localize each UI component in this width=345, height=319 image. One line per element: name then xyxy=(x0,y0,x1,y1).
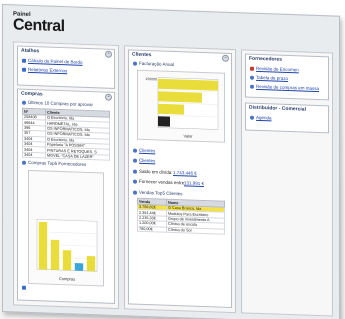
fornecedores-panel: Fornecedores Revisão de Encomen Tabela d… xyxy=(245,53,329,101)
cell-cliente: MOVEL "CASA DE LAZER" xyxy=(45,152,110,161)
x-axis-label: Valor xyxy=(183,133,193,138)
fornecedores-title: Fornecedores xyxy=(249,55,283,63)
bar xyxy=(50,239,60,270)
link-icon xyxy=(133,158,137,163)
middle-column: Clientes ⌃ Facturação Anual 150000 Valor … xyxy=(124,45,236,314)
calendar-icon xyxy=(250,115,254,120)
left-column: Atalhos ⌃ Cálculo do Painel de Bordo Rel… xyxy=(13,41,119,310)
top-clientes-title: Vendas Top5 Clientes xyxy=(139,189,183,197)
chart-expand-icon[interactable] xyxy=(22,285,26,290)
compras-chart: Compras xyxy=(28,169,104,287)
bar xyxy=(158,78,218,91)
atalhos-panel: Atalhos ⌃ Cálculo do Painel de Bordo Rel… xyxy=(17,45,115,89)
compras-chart-svg: Compras xyxy=(36,218,98,282)
fornec-value[interactable]: 131.991 € xyxy=(184,180,204,186)
alert-icon xyxy=(250,66,254,71)
compras-table: Nº Cliente 258408 O Escritório, Ida 46644… xyxy=(22,108,110,161)
compras-panel: Compras ⌃ Últimos 10 Compras por aprovar… xyxy=(17,88,115,304)
compras-collapse-button[interactable]: ⌃ xyxy=(105,93,112,101)
link-revisao-encomendas[interactable]: Revisão de Encomen xyxy=(256,66,299,72)
link-agenda[interactable]: Agenda xyxy=(256,115,272,121)
chart-icon xyxy=(22,160,26,165)
bar xyxy=(158,91,202,103)
tick-label: 150000 xyxy=(145,77,157,81)
cell-venda: 780,00€ xyxy=(137,225,167,233)
compras-title: Compras xyxy=(21,90,43,98)
bar xyxy=(158,103,184,115)
info-icon xyxy=(133,179,137,184)
faturacao-chart: 150000 Valor xyxy=(137,69,225,143)
clientes-panel: Clientes ⌃ Facturação Anual 150000 Valor … xyxy=(128,49,232,309)
compras-chart-title: Compras Top5 Fornecedores xyxy=(28,159,87,167)
link-icon xyxy=(250,84,254,89)
bar xyxy=(74,263,84,271)
list-icon xyxy=(22,100,26,105)
link-clientes-2[interactable]: Clientes xyxy=(139,158,155,164)
info-icon xyxy=(133,169,137,174)
saldo-value[interactable]: 1.743.446 € xyxy=(173,170,197,176)
distribuidor-panel: Distribuidor - Comercial Agenda xyxy=(245,102,329,134)
chart-icon xyxy=(133,61,137,66)
link-clientes-1[interactable]: Clientes xyxy=(139,148,155,154)
bar xyxy=(86,255,96,272)
bar xyxy=(158,116,170,127)
stage: Painel Central Atalhos ⌃ Cálculo do Pain… xyxy=(0,0,345,319)
atalhos-title: Atalhos xyxy=(21,47,40,55)
link-icon xyxy=(133,148,137,153)
bar xyxy=(38,221,48,270)
dashboard-window: Painel Central Atalhos ⌃ Cálculo do Pain… xyxy=(2,4,340,319)
clientes-chart-title: Facturação Anual xyxy=(139,60,175,68)
bar xyxy=(62,250,72,271)
faturacao-chart-svg: 150000 Valor xyxy=(145,77,219,139)
link-icon xyxy=(250,75,254,80)
atalhos-collapse-button[interactable]: ⌃ xyxy=(105,50,112,58)
link-calculo-painel[interactable]: Cálculo do Painel de Bordo xyxy=(28,58,83,65)
saldo-label: Saldo em dívida: xyxy=(139,168,173,175)
right-column: Fornecedores Revisão de Encomen Tabela d… xyxy=(241,49,333,317)
list-icon xyxy=(133,190,137,195)
link-relatorios-externos[interactable]: Relatórios Externos xyxy=(28,67,67,73)
logo-line2: Central xyxy=(13,16,65,36)
cell-num: 3404 xyxy=(22,151,46,159)
compras-list-title: Últimos 10 Compras por aprovar xyxy=(28,99,94,108)
fornec-label: Fornecer vendas entre: xyxy=(139,178,186,186)
cell-nome: Clínica do Sol xyxy=(166,226,225,235)
clientes-title: Clientes xyxy=(132,51,152,59)
link-icon xyxy=(22,58,26,63)
link-tabela-prazo[interactable]: Tabela de prazo xyxy=(256,75,288,81)
clientes-collapse-button[interactable]: ⌃ xyxy=(222,54,229,62)
x-axis-label: Compras xyxy=(59,276,75,282)
link-icon xyxy=(22,67,26,72)
link-revisao-compras[interactable]: Revisão de compras em massa xyxy=(256,84,319,91)
app-logo: Painel Central xyxy=(13,11,65,35)
top-clientes-table: Venda Nome 3.756,82€ O Casa Branca, Ida 2… xyxy=(137,198,225,235)
distribuidor-title: Distribuidor - Comercial xyxy=(249,104,306,113)
